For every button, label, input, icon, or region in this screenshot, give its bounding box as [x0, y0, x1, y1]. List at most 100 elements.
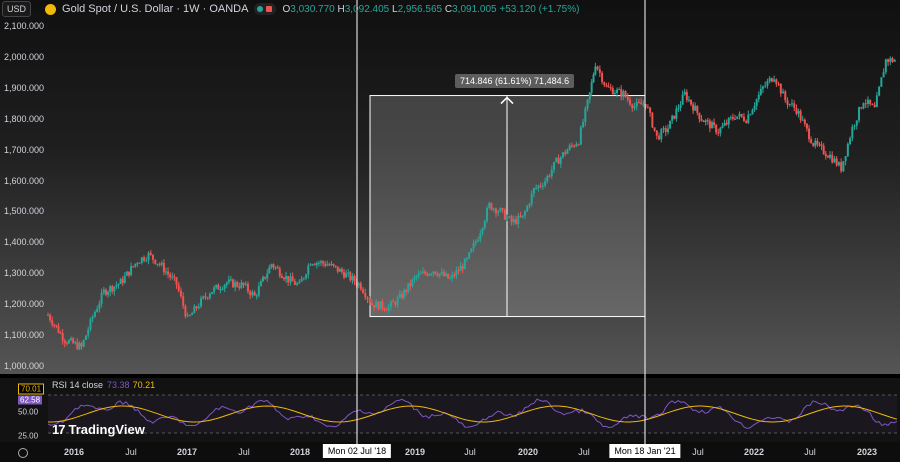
candle-body — [72, 338, 75, 344]
candle-body — [803, 119, 806, 124]
candle-body — [812, 143, 815, 146]
candle-body — [191, 313, 194, 316]
candle-body — [510, 216, 513, 223]
candle-body — [302, 277, 305, 280]
candle-body — [253, 292, 256, 296]
market-status-icon[interactable] — [254, 3, 277, 15]
candle-body — [107, 291, 110, 295]
candle-body — [240, 282, 243, 288]
time-axis-label: 2023 — [856, 447, 878, 457]
candle-body — [169, 274, 172, 278]
rsi-legend[interactable]: RSI 14 close 73.38 70.21 — [52, 380, 155, 390]
candle-body — [398, 293, 401, 298]
candle-body — [710, 122, 713, 129]
candle-body — [503, 209, 506, 220]
tradingview-logo[interactable]: 17 TradingView — [52, 422, 145, 437]
price-axis-label: 1,300.000 — [4, 268, 45, 279]
candle-body — [764, 85, 767, 87]
candle-body — [642, 104, 645, 106]
candle-body — [488, 202, 491, 208]
candle-body — [385, 309, 388, 311]
candle-body — [357, 283, 360, 286]
candle-body — [236, 282, 239, 287]
change-value: +53.120 (+1.75%) — [499, 3, 580, 15]
candle-body — [486, 207, 489, 221]
settings-icon[interactable] — [18, 448, 28, 458]
candle-body — [351, 275, 354, 281]
candle-body — [238, 286, 241, 288]
candle-body — [368, 298, 371, 303]
candle-body — [80, 343, 83, 347]
candle-body — [508, 216, 511, 218]
rsi-legend-label: RSI 14 close — [52, 380, 104, 390]
candle-body — [164, 271, 167, 273]
price-axis-label: 2,100.000 — [4, 21, 45, 31]
candle-body — [873, 104, 876, 108]
candle-body — [154, 259, 157, 264]
candle-body — [683, 91, 686, 95]
candle-body — [417, 273, 420, 276]
chart-header: USD Gold Spot / U.S. Dollar · 1W · OANDA… — [0, 0, 579, 18]
time-axis-label: Jul — [464, 447, 476, 457]
candle-body — [575, 144, 578, 147]
candle-body — [87, 329, 90, 336]
candle-body — [251, 292, 254, 296]
candle-body — [704, 120, 707, 123]
candle-body — [855, 120, 858, 126]
candle-body — [67, 340, 70, 344]
candle-body — [282, 277, 285, 280]
candle-body — [837, 162, 840, 166]
candle-body — [535, 187, 538, 189]
candle-body — [221, 288, 224, 290]
candle-body — [447, 273, 450, 279]
candle-body — [102, 289, 105, 293]
candle-body — [413, 277, 416, 280]
candle-body — [309, 264, 312, 266]
candle-body — [631, 104, 634, 109]
candle-body — [334, 265, 337, 267]
candle-body — [736, 116, 739, 119]
candle-body — [675, 108, 678, 119]
time-axis-label: Jul — [804, 447, 816, 457]
candle-body — [889, 58, 892, 62]
close-value: 3,091.005 — [452, 3, 497, 15]
candle-body — [63, 340, 66, 344]
candle-body — [517, 215, 520, 224]
crosshair-right-date: Mon 18 Jan '21 — [609, 444, 681, 458]
candle-body — [400, 293, 403, 299]
candle-body — [134, 263, 137, 267]
candle-body — [727, 117, 730, 125]
candle-body — [266, 273, 269, 279]
candle-body — [202, 296, 205, 299]
candle-body — [871, 104, 874, 106]
candle-body — [455, 270, 458, 277]
candle-body — [311, 264, 314, 266]
candle-body — [666, 128, 669, 132]
candle-body — [738, 114, 741, 117]
candle-body — [291, 276, 294, 282]
candle-body — [477, 239, 480, 242]
candle-body — [749, 114, 752, 116]
candle-body — [307, 265, 310, 275]
rsi-value: 73.38 — [107, 380, 130, 390]
candle-body — [293, 281, 296, 285]
candle-body — [459, 266, 462, 272]
candle-body — [179, 290, 182, 297]
candle-body — [213, 287, 216, 293]
currency-selector[interactable]: USD — [2, 1, 32, 17]
candle-body — [570, 145, 573, 147]
candle-body — [797, 111, 800, 114]
candle-body — [451, 274, 454, 279]
measure-tooltip: 714.846 (61.61%) 71,484.6 — [455, 74, 575, 88]
candle-body — [91, 316, 94, 319]
candle-body — [407, 283, 410, 293]
candle-body — [100, 292, 103, 304]
candle-body — [257, 286, 260, 296]
candle-body — [319, 261, 322, 263]
candle-body — [296, 283, 299, 285]
candle-body — [326, 264, 329, 266]
candle-body — [786, 100, 789, 105]
candle-body — [461, 266, 464, 270]
symbol-title[interactable]: Gold Spot / U.S. Dollar · 1W · OANDA — [62, 3, 248, 15]
chart-canvas[interactable] — [0, 0, 900, 462]
